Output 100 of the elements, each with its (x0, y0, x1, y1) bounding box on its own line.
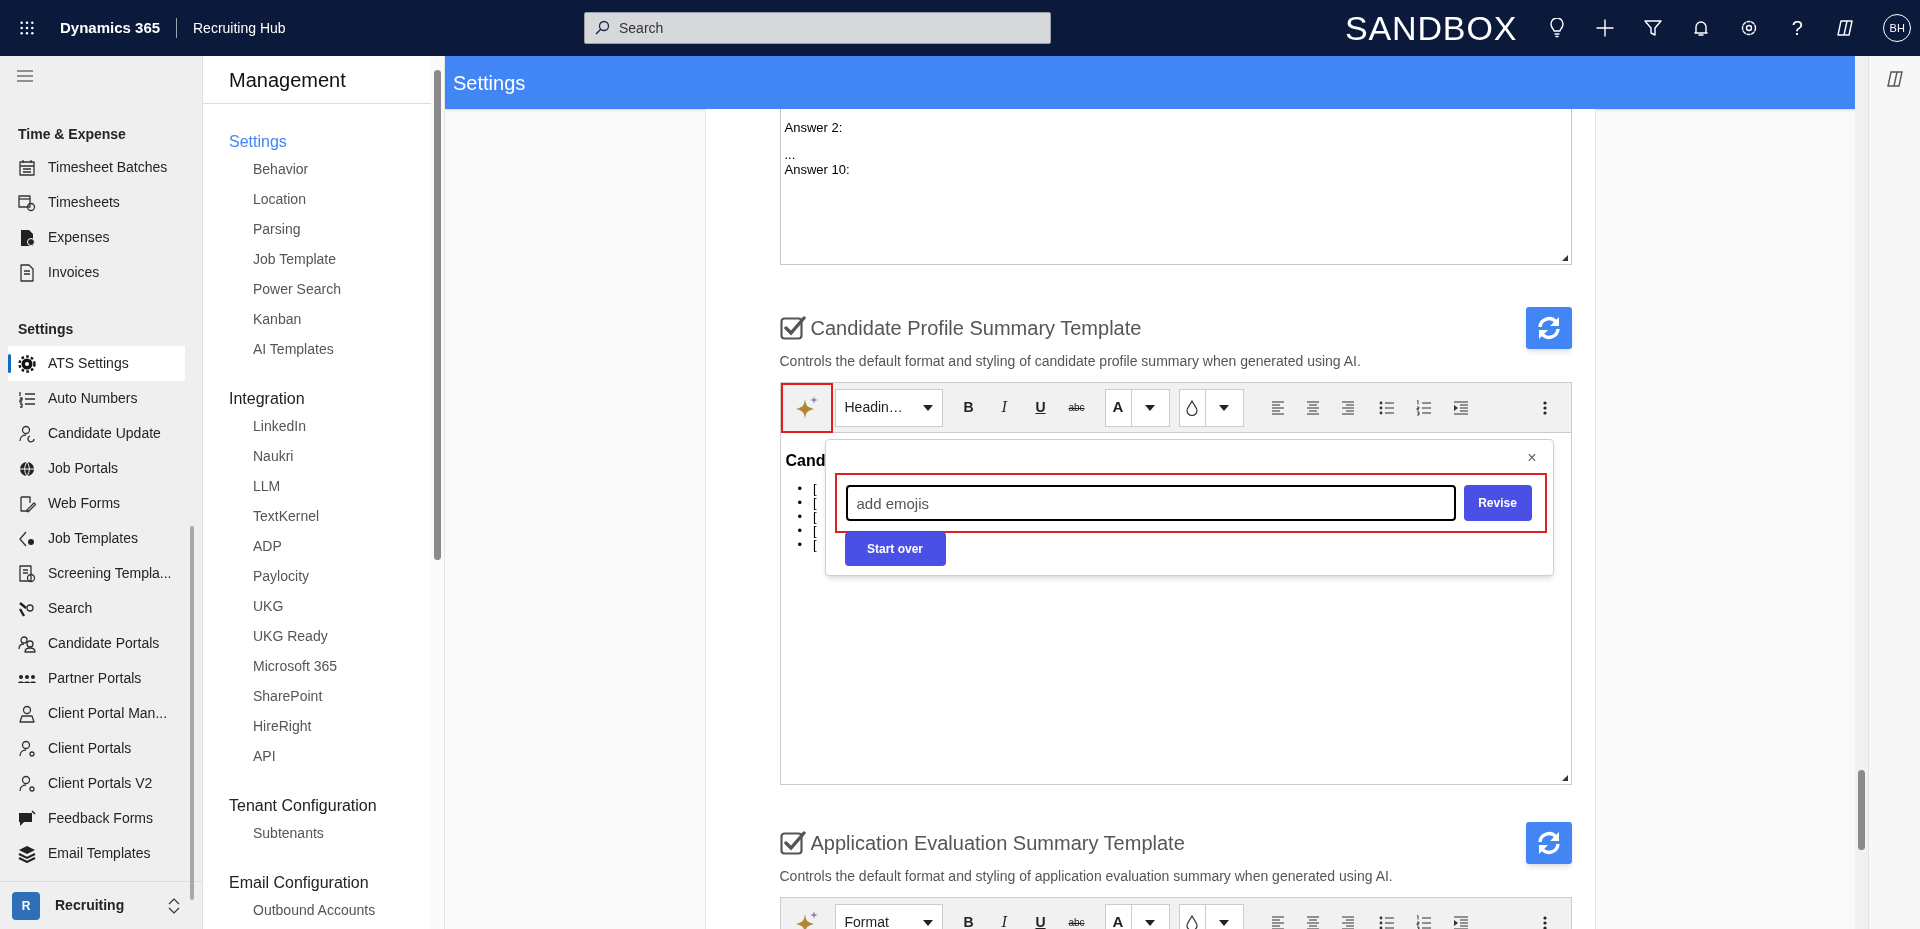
management-link[interactable]: AI Templates (229, 334, 429, 364)
nav-item[interactable]: Job Portals (8, 451, 185, 486)
strikethrough-button[interactable]: abc (1064, 915, 1089, 929)
rich-text-editor[interactable]: Headin… B I U abc A Cand • [ • [ • [ • [ • [ × add emojis Revise Start over (779, 382, 1572, 785)
nav-item[interactable]: Invoices (8, 255, 185, 290)
strikethrough-button[interactable]: abc (1064, 400, 1089, 415)
caret-icon (922, 404, 933, 411)
management-link[interactable]: Paylocity (229, 561, 429, 591)
management-link[interactable]: UKG (229, 591, 429, 621)
management-link[interactable]: ADP (229, 531, 429, 561)
group-heading[interactable]: Integration (229, 387, 429, 411)
nav-item[interactable]: Expenses (8, 220, 185, 255)
nav-item[interactable]: Candidate Portals (8, 626, 185, 661)
group-heading[interactable]: Settings (229, 130, 429, 154)
numbered-list-icon[interactable] (1415, 399, 1432, 416)
indent-icon[interactable] (1452, 399, 1469, 416)
align-left-icon[interactable] (1270, 399, 1285, 416)
caret-icon (1145, 919, 1155, 926)
refresh-button[interactable] (1525, 822, 1572, 864)
font-color-picker[interactable]: A (1104, 388, 1170, 427)
app-name[interactable]: Dynamics 365 (60, 16, 160, 40)
align-right-icon[interactable] (1340, 399, 1355, 416)
list-item: • [ (797, 510, 817, 524)
help-button[interactable]: ? (1787, 18, 1808, 38)
nav-item[interactable]: Screening Templa... (8, 556, 185, 591)
menu-icon[interactable] (17, 70, 33, 82)
area-switcher[interactable]: R Recruiting (0, 881, 202, 929)
start-over-button[interactable]: Start over (844, 532, 946, 566)
scrollbar[interactable] (431, 56, 444, 929)
nav-item[interactable]: Client Portals V2 (8, 766, 185, 801)
management-link[interactable]: Naukri (229, 441, 429, 471)
align-center-icon[interactable] (1305, 399, 1320, 416)
ai-assist-button[interactable] (780, 382, 833, 433)
nav-item[interactable]: ATS Settings (8, 346, 185, 381)
scrollbar[interactable] (190, 526, 194, 900)
nav-item[interactable]: Search (8, 591, 185, 626)
style-dropdown[interactable]: Headin… (834, 388, 943, 427)
management-link[interactable]: LinkedIn (229, 411, 429, 441)
nav-item[interactable]: Candidate Update (8, 416, 185, 451)
nav-item[interactable]: Partner Portals (8, 661, 185, 696)
refresh-button[interactable] (1525, 307, 1572, 349)
style-dropdown[interactable]: Format (834, 903, 943, 929)
nav-item[interactable]: Client Portal Man... (8, 696, 185, 731)
management-link[interactable]: Power Search (229, 274, 429, 304)
plus-icon[interactable] (1595, 18, 1616, 38)
more-options-icon[interactable] (1542, 915, 1547, 929)
bold-button[interactable]: B (956, 912, 981, 929)
close-button[interactable]: × (1527, 450, 1537, 466)
bulleted-list-icon[interactable] (1378, 914, 1395, 929)
revise-button[interactable]: Revise (1463, 485, 1532, 521)
align-right-icon[interactable] (1340, 914, 1355, 929)
nav-item[interactable]: Web Forms (8, 486, 185, 521)
nav-item[interactable]: Timesheets (8, 185, 185, 220)
filter-icon[interactable] (1643, 18, 1664, 38)
management-link[interactable]: LLM (229, 471, 429, 501)
management-link[interactable]: Subtenants (229, 818, 429, 848)
italic-button[interactable]: I (992, 397, 1017, 418)
nav-item[interactable]: Timesheet Batches (8, 150, 185, 185)
text-area[interactable]: Answer 2: ... Answer 10: (779, 109, 1572, 265)
nav-item[interactable]: Client Portals (8, 731, 185, 766)
management-link[interactable]: Outbound Accounts (229, 895, 429, 925)
copilot-icon[interactable] (1885, 70, 1904, 88)
prompt-field[interactable]: add emojis (845, 485, 1456, 521)
app-launcher-icon[interactable] (19, 20, 35, 36)
management-link[interactable]: Location (229, 184, 429, 214)
background-color-picker[interactable] (1178, 388, 1244, 427)
bold-button[interactable]: B (956, 397, 981, 418)
indent-icon[interactable] (1452, 914, 1469, 929)
management-link[interactable]: SharePoint (229, 681, 429, 711)
search-field[interactable]: Search (584, 12, 1051, 44)
font-color-picker[interactable]: A (1104, 903, 1170, 929)
align-left-icon[interactable] (1270, 914, 1285, 929)
management-link[interactable]: HireRight (229, 711, 429, 741)
management-link[interactable]: TextKernel (229, 501, 429, 531)
group-heading[interactable]: Email Configuration (229, 871, 429, 895)
underline-button[interactable]: U (1028, 912, 1053, 929)
nav-item[interactable]: Email Templates (8, 836, 185, 871)
bulleted-list-icon[interactable] (1378, 399, 1395, 416)
management-link[interactable]: API (229, 741, 429, 771)
nav-item[interactable]: Job Templates (8, 521, 185, 556)
numbered-list-icon[interactable] (1415, 914, 1432, 929)
checkbox-icon[interactable] (779, 830, 806, 856)
nav-item[interactable]: Feedback Forms (8, 801, 185, 836)
scrollbar[interactable] (1855, 56, 1868, 929)
copilot-icon[interactable] (1835, 18, 1856, 38)
area-name[interactable]: Recruiting Hub (193, 17, 293, 39)
italic-button[interactable]: I (992, 912, 1017, 929)
more-options-icon[interactable] (1542, 400, 1547, 415)
management-link[interactable]: Kanban (229, 304, 429, 334)
checkbox-icon[interactable] (779, 315, 806, 341)
management-link[interactable]: UKG Ready (229, 621, 429, 651)
management-link[interactable]: Behavior (229, 154, 429, 184)
management-link[interactable]: Job Template (229, 244, 429, 274)
chevron-up-down-icon[interactable] (168, 897, 180, 914)
nav-item[interactable]: Auto Numbers (8, 381, 185, 416)
underline-button[interactable]: U (1028, 397, 1053, 418)
management-link[interactable]: Microsoft 365 (229, 651, 429, 681)
management-link[interactable]: Parsing (229, 214, 429, 244)
group-heading[interactable]: Tenant Configuration (229, 794, 429, 818)
align-center-icon[interactable] (1305, 914, 1320, 929)
